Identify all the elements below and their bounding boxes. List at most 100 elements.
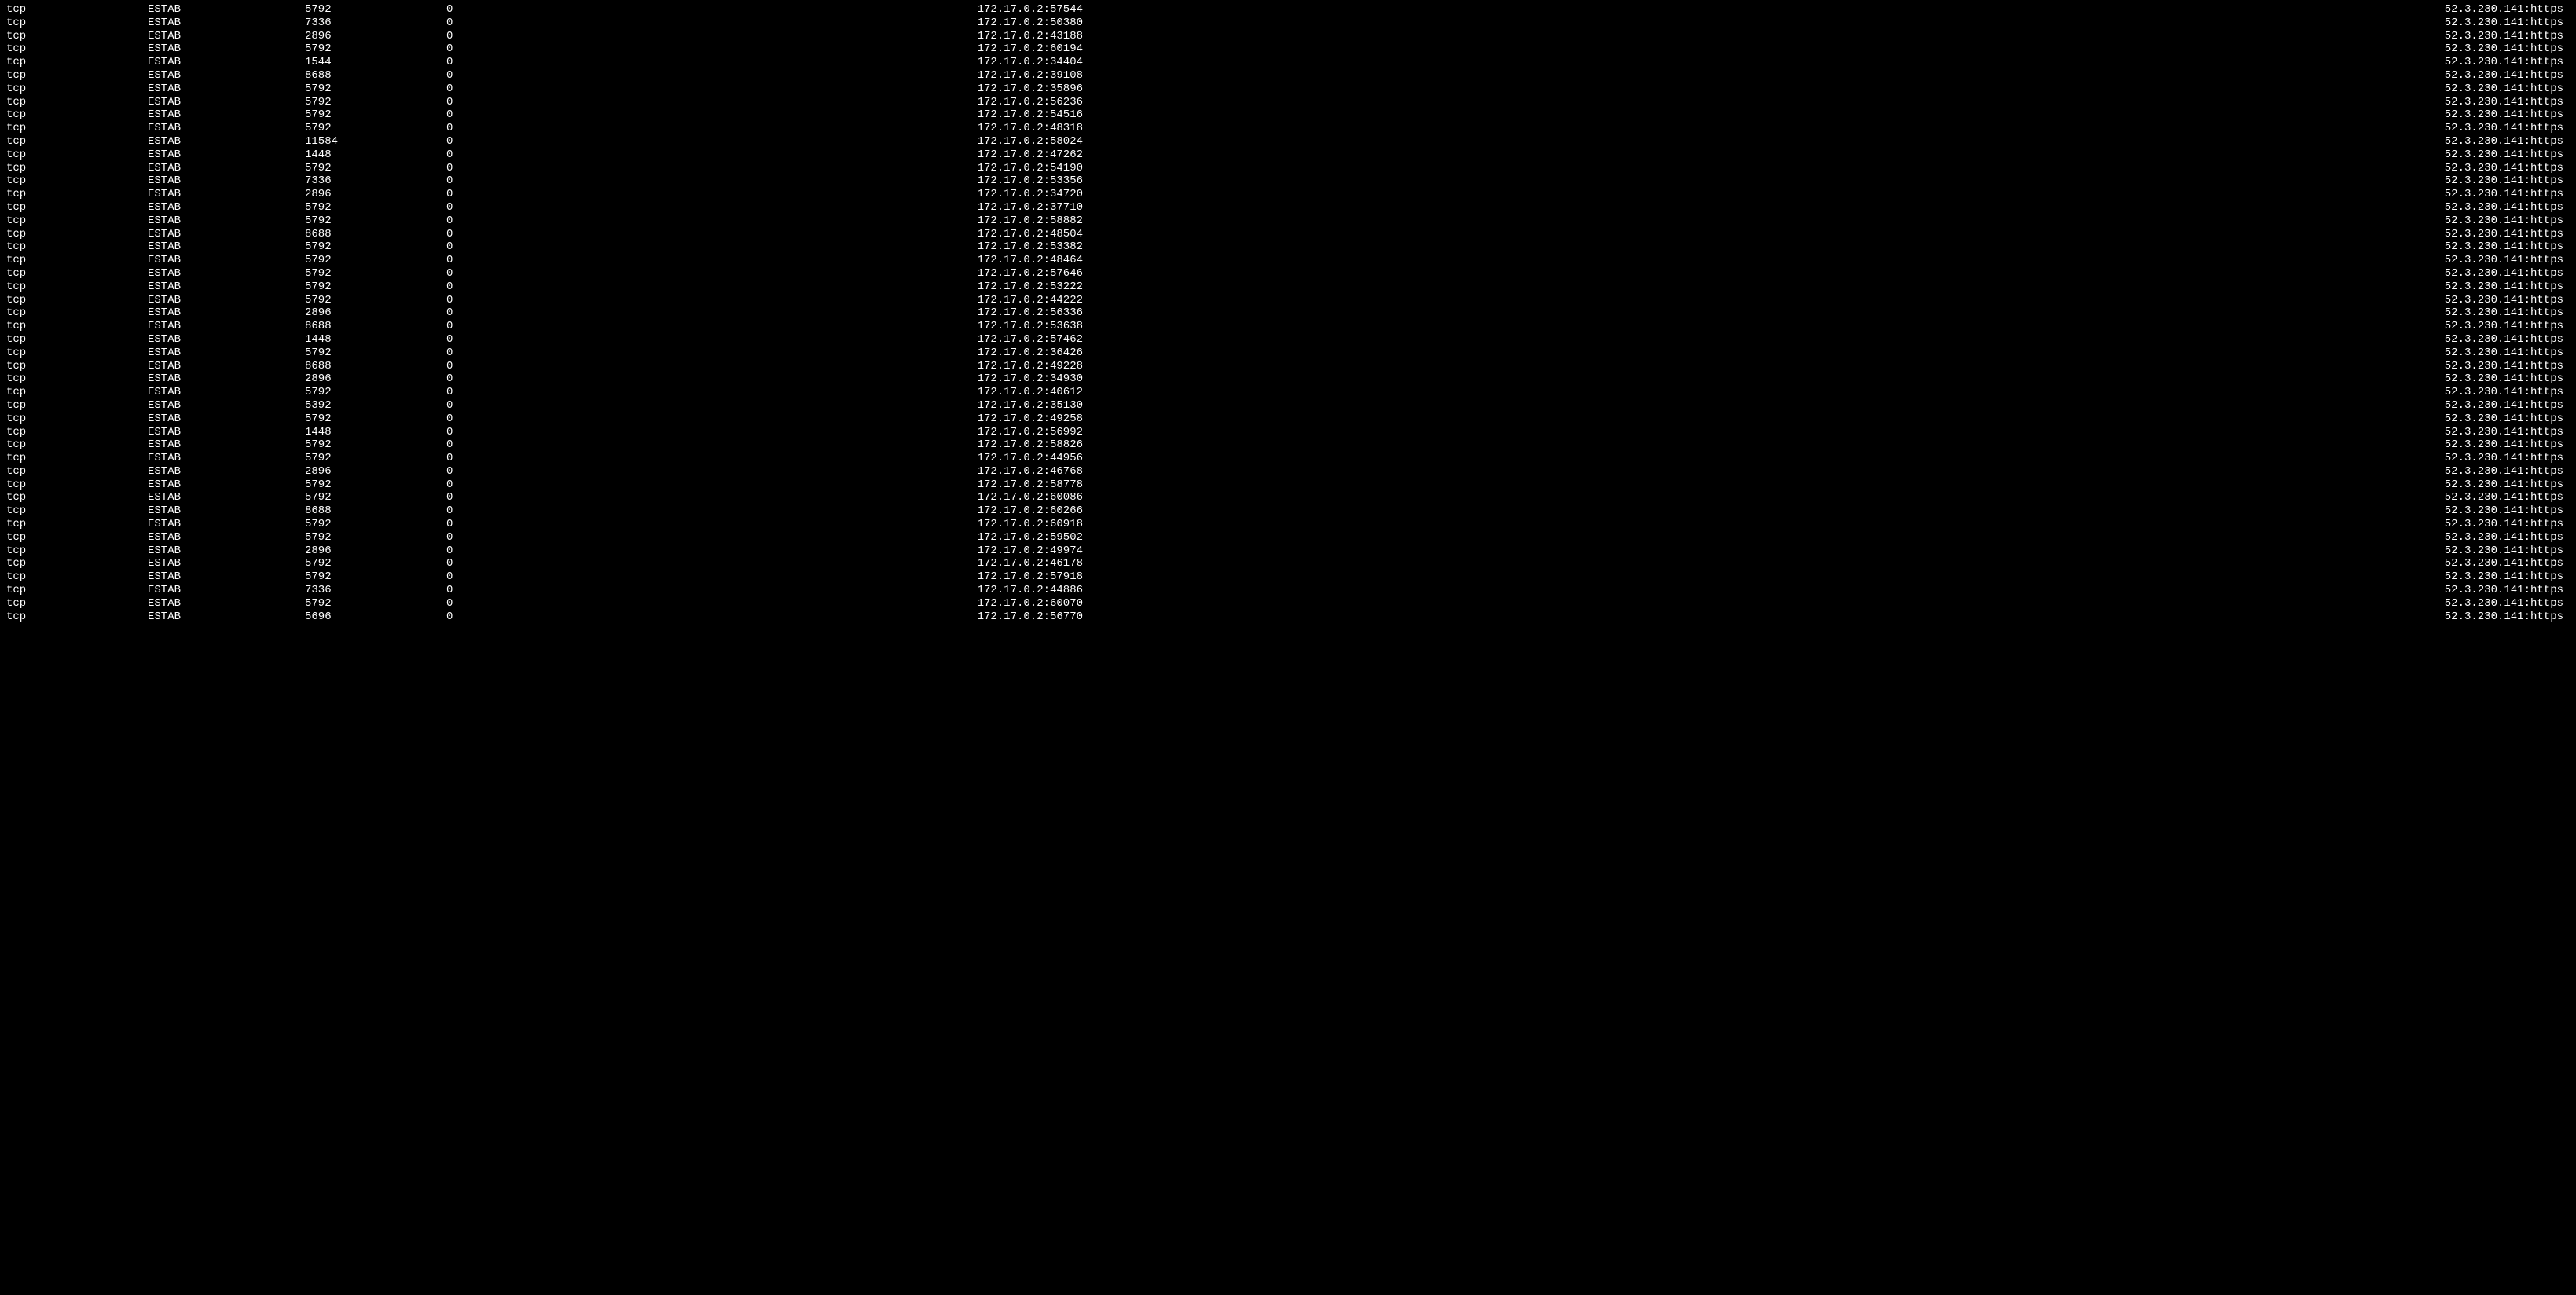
state-cell: ESTAB (148, 281, 305, 294)
local-address-cell: 172.17.0.2:35896 (737, 83, 1083, 96)
local-address-cell: 172.17.0.2:46768 (737, 465, 1083, 479)
sendq-cell: 0 (446, 584, 737, 597)
socket-row: tcpESTAB57920172.17.0.2:6007052.3.230.14… (6, 597, 2570, 611)
state-cell: ESTAB (148, 584, 305, 597)
local-address-cell: 172.17.0.2:34720 (737, 188, 1083, 201)
netid-cell: tcp (6, 452, 148, 465)
state-cell: ESTAB (148, 557, 305, 570)
local-address-cell: 172.17.0.2:58882 (737, 215, 1083, 228)
socket-row: tcpESTAB57920172.17.0.2:4422252.3.230.14… (6, 294, 2570, 307)
state-cell: ESTAB (148, 174, 305, 188)
peer-address-cell: 52.3.230.141:https (1083, 518, 2570, 531)
state-cell: ESTAB (148, 162, 305, 175)
recvq-cell: 11584 (305, 135, 446, 149)
socket-row: tcpESTAB28960172.17.0.2:3493052.3.230.14… (6, 372, 2570, 386)
netid-cell: tcp (6, 108, 148, 122)
peer-address-cell: 52.3.230.141:https (1083, 479, 2570, 492)
local-address-cell: 172.17.0.2:35130 (737, 399, 1083, 413)
recvq-cell: 8688 (305, 228, 446, 241)
sendq-cell: 0 (446, 386, 737, 399)
sendq-cell: 0 (446, 611, 737, 624)
netid-cell: tcp (6, 56, 148, 69)
netid-cell: tcp (6, 188, 148, 201)
local-address-cell: 172.17.0.2:53356 (737, 174, 1083, 188)
local-address-cell: 172.17.0.2:54190 (737, 162, 1083, 175)
local-address-cell: 172.17.0.2:53638 (737, 320, 1083, 333)
recvq-cell: 2896 (305, 465, 446, 479)
recvq-cell: 8688 (305, 360, 446, 373)
sendq-cell: 0 (446, 3, 737, 17)
sendq-cell: 0 (446, 83, 737, 96)
local-address-cell: 172.17.0.2:57544 (737, 3, 1083, 17)
socket-row: tcpESTAB57920172.17.0.2:5950252.3.230.14… (6, 531, 2570, 545)
netid-cell: tcp (6, 611, 148, 624)
sendq-cell: 0 (446, 281, 737, 294)
recvq-cell: 5792 (305, 294, 446, 307)
netid-cell: tcp (6, 69, 148, 83)
state-cell: ESTAB (148, 83, 305, 96)
recvq-cell: 5792 (305, 597, 446, 611)
peer-address-cell: 52.3.230.141:https (1083, 254, 2570, 267)
recvq-cell: 5792 (305, 108, 446, 122)
netid-cell: tcp (6, 240, 148, 254)
socket-row: tcpESTAB57920172.17.0.2:4831852.3.230.14… (6, 122, 2570, 135)
state-cell: ESTAB (148, 135, 305, 149)
socket-row: tcpESTAB57920172.17.0.2:6019452.3.230.14… (6, 42, 2570, 56)
state-cell: ESTAB (148, 479, 305, 492)
socket-row: tcpESTAB28960172.17.0.2:4318852.3.230.14… (6, 30, 2570, 43)
recvq-cell: 2896 (305, 306, 446, 320)
state-cell: ESTAB (148, 531, 305, 545)
socket-row: tcpESTAB57920172.17.0.2:5419052.3.230.14… (6, 162, 2570, 175)
socket-row: tcpESTAB57920172.17.0.2:5623652.3.230.14… (6, 96, 2570, 109)
socket-row: tcpESTAB57920172.17.0.2:5882652.3.230.14… (6, 438, 2570, 452)
sendq-cell: 0 (446, 96, 737, 109)
sendq-cell: 0 (446, 570, 737, 584)
state-cell: ESTAB (148, 69, 305, 83)
peer-address-cell: 52.3.230.141:https (1083, 201, 2570, 215)
recvq-cell: 5792 (305, 3, 446, 17)
local-address-cell: 172.17.0.2:53382 (737, 240, 1083, 254)
state-cell: ESTAB (148, 17, 305, 30)
socket-row: tcpESTAB57920172.17.0.2:4495652.3.230.14… (6, 452, 2570, 465)
sendq-cell: 0 (446, 174, 737, 188)
state-cell: ESTAB (148, 360, 305, 373)
peer-address-cell: 52.3.230.141:https (1083, 108, 2570, 122)
local-address-cell: 172.17.0.2:57918 (737, 570, 1083, 584)
peer-address-cell: 52.3.230.141:https (1083, 545, 2570, 558)
state-cell: ESTAB (148, 438, 305, 452)
netid-cell: tcp (6, 122, 148, 135)
netid-cell: tcp (6, 320, 148, 333)
sendq-cell: 0 (446, 545, 737, 558)
local-address-cell: 172.17.0.2:60194 (737, 42, 1083, 56)
state-cell: ESTAB (148, 42, 305, 56)
socket-row: tcpESTAB86880172.17.0.2:5363852.3.230.14… (6, 320, 2570, 333)
local-address-cell: 172.17.0.2:48464 (737, 254, 1083, 267)
netid-cell: tcp (6, 399, 148, 413)
local-address-cell: 172.17.0.2:34930 (737, 372, 1083, 386)
recvq-cell: 8688 (305, 504, 446, 518)
netid-cell: tcp (6, 479, 148, 492)
netid-cell: tcp (6, 162, 148, 175)
netid-cell: tcp (6, 228, 148, 241)
peer-address-cell: 52.3.230.141:https (1083, 215, 2570, 228)
netid-cell: tcp (6, 557, 148, 570)
recvq-cell: 5792 (305, 254, 446, 267)
terminal-output[interactable]: tcpESTAB57920172.17.0.2:5754452.3.230.14… (6, 3, 2570, 623)
sendq-cell: 0 (446, 452, 737, 465)
peer-address-cell: 52.3.230.141:https (1083, 3, 2570, 17)
netid-cell: tcp (6, 386, 148, 399)
peer-address-cell: 52.3.230.141:https (1083, 162, 2570, 175)
sendq-cell: 0 (446, 557, 737, 570)
socket-row: tcpESTAB57920172.17.0.2:5877852.3.230.14… (6, 479, 2570, 492)
netid-cell: tcp (6, 545, 148, 558)
peer-address-cell: 52.3.230.141:https (1083, 306, 2570, 320)
local-address-cell: 172.17.0.2:48504 (737, 228, 1083, 241)
netid-cell: tcp (6, 413, 148, 426)
local-address-cell: 172.17.0.2:60070 (737, 597, 1083, 611)
state-cell: ESTAB (148, 108, 305, 122)
netid-cell: tcp (6, 42, 148, 56)
state-cell: ESTAB (148, 149, 305, 162)
state-cell: ESTAB (148, 240, 305, 254)
peer-address-cell: 52.3.230.141:https (1083, 333, 2570, 347)
local-address-cell: 172.17.0.2:49258 (737, 413, 1083, 426)
